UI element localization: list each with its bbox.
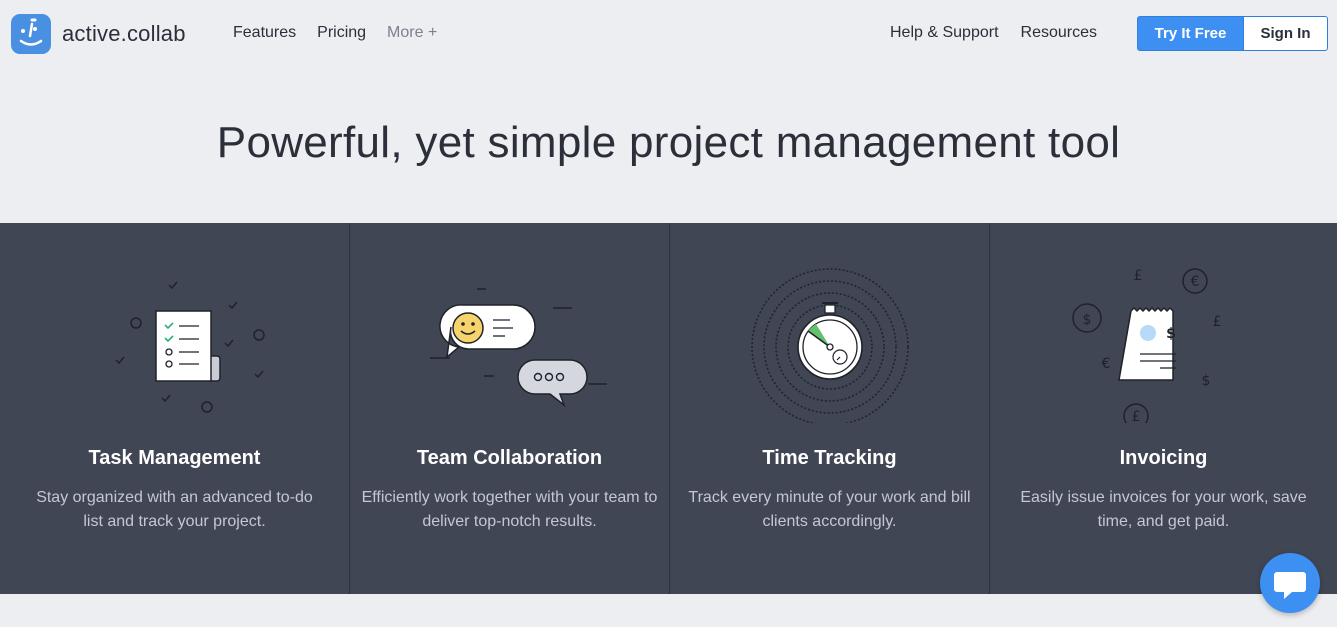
- secondary-nav: Help & Support Resources: [890, 24, 1097, 42]
- feature-title: Team Collaboration: [416, 447, 603, 469]
- nav-help-support-link[interactable]: Help & Support: [890, 24, 999, 42]
- stopwatch-icon: [670, 223, 989, 426]
- feature-title: Invoicing: [1119, 447, 1208, 469]
- live-chat-button[interactable]: [1260, 553, 1320, 613]
- nav-more-link[interactable]: More +: [387, 24, 437, 42]
- try-it-free-button[interactable]: Try It Free: [1137, 16, 1244, 51]
- feature-description: Efficiently work together with your team…: [361, 489, 658, 530]
- feature-title: Time Tracking: [762, 447, 897, 469]
- svg-text:€: €: [1102, 356, 1111, 372]
- sign-in-button[interactable]: Sign In: [1243, 16, 1328, 51]
- svg-text:£: £: [1213, 314, 1222, 330]
- nav-features-link[interactable]: Features: [233, 24, 296, 42]
- feature-description: Stay organized with an advanced to-do li…: [36, 489, 313, 530]
- task-list-icon: [0, 223, 349, 423]
- svg-text:$: $: [1166, 326, 1176, 342]
- nav-resources-link[interactable]: Resources: [1021, 24, 1097, 42]
- brand-logo[interactable]: active.collab: [11, 14, 186, 54]
- invoice-icon: € $ £ £ £ € $ $: [990, 223, 1337, 429]
- svg-text:$: $: [1202, 373, 1211, 389]
- feature-title: Task Management: [88, 447, 261, 469]
- chat-bubble-icon: [1274, 572, 1306, 599]
- feature-invoicing: € $ £ £ £ € $ $ Invoicing Easily issue i…: [990, 223, 1337, 594]
- nav-pricing-link[interactable]: Pricing: [317, 24, 366, 42]
- svg-text:£: £: [1132, 409, 1141, 423]
- brand-name: active.collab: [62, 21, 186, 46]
- primary-nav: Features Pricing More +: [233, 24, 437, 42]
- feature-task-management: Task Management Stay organized with an a…: [0, 223, 350, 594]
- svg-text:€: €: [1191, 274, 1200, 290]
- feature-time-tracking: Time Tracking Track every minute of your…: [670, 223, 990, 594]
- chat-icon: [350, 223, 669, 423]
- features-section: Task Management Stay organized with an a…: [0, 223, 1337, 594]
- hero-title: Powerful, yet simple project management …: [216, 118, 1121, 167]
- svg-text:£: £: [1134, 268, 1143, 284]
- svg-text:$: $: [1083, 312, 1092, 328]
- feature-description: Track every minute of your work and bill…: [688, 489, 971, 530]
- top-navigation: active.collab Features Pricing More + He…: [0, 0, 1337, 68]
- logo-face-icon: [11, 14, 51, 54]
- feature-description: Easily issue invoices for your work, sav…: [1020, 489, 1307, 530]
- feature-team-collaboration: Team Collaboration Efficiently work toge…: [350, 223, 670, 594]
